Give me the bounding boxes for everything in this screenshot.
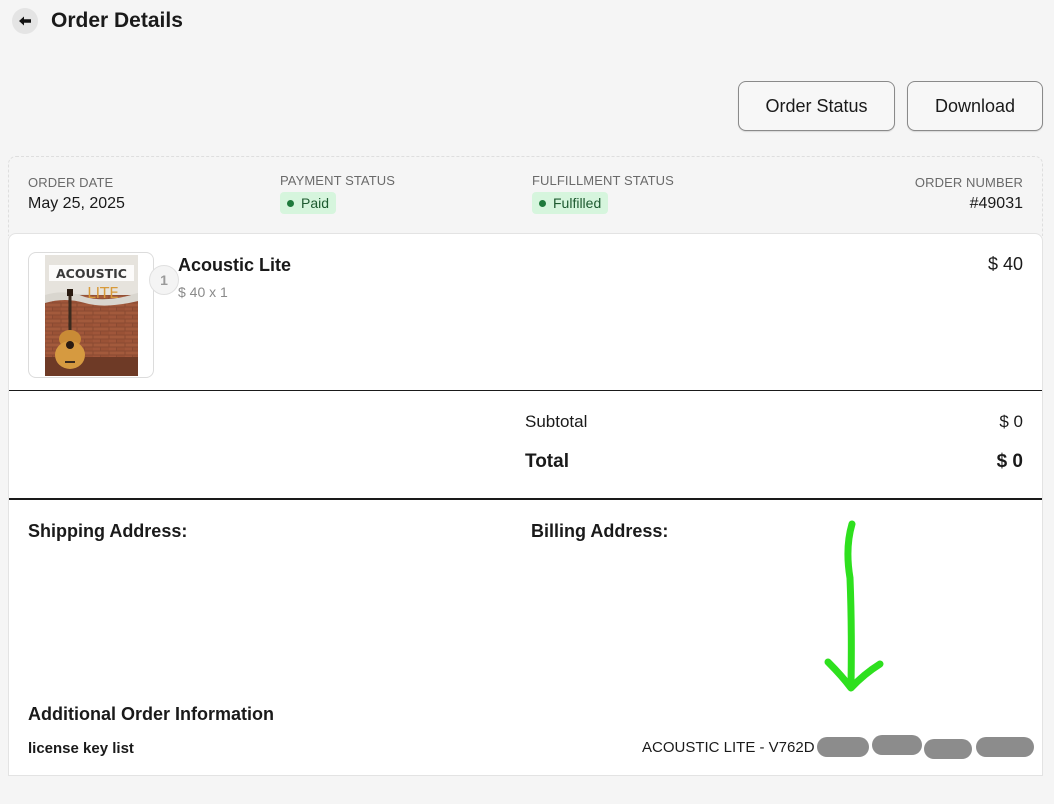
order-status-button[interactable]: Order Status: [738, 81, 895, 131]
item-unit-price: $ 40 x 1: [178, 284, 228, 300]
billing-address-heading: Billing Address:: [531, 521, 669, 541]
shipping-address-heading: Shipping Address:: [28, 521, 188, 541]
order-number-value: #49031: [969, 195, 1023, 212]
payment-status-value: Paid: [301, 195, 330, 211]
fulfillment-status-value: Fulfilled: [553, 195, 602, 211]
status-dot-icon: [539, 199, 546, 207]
license-key-label: license key list: [28, 740, 134, 757]
fulfillment-status-badge: Fulfilled: [532, 192, 609, 214]
cover-title-line1: ACOUSTIC: [56, 266, 127, 281]
redaction-mark: [817, 737, 869, 757]
payment-status-block: PAYMENT STATUS Paid: [280, 173, 395, 214]
item-name[interactable]: Acoustic Lite: [178, 255, 291, 276]
order-number-block: ORDER NUMBER #49031: [915, 175, 1023, 213]
green-annotation-arrow-icon: [824, 520, 884, 692]
status-dot-icon: [287, 199, 294, 207]
fulfillment-status-label: FULFILLMENT STATUS: [532, 173, 674, 188]
subtotal-label: Subtotal: [525, 412, 588, 431]
order-date-block: ORDER DATE May 25, 2025: [28, 175, 125, 213]
quantity-badge: 1: [149, 265, 179, 295]
product-thumbnail[interactable]: ACOUSTIC LITE 1: [28, 252, 179, 378]
order-date-value: May 25, 2025: [28, 195, 125, 212]
divider: [9, 390, 1042, 391]
order-number-label: ORDER NUMBER: [914, 175, 1023, 190]
divider: [9, 498, 1042, 500]
payment-status-label: PAYMENT STATUS: [280, 173, 396, 188]
redaction-mark: [976, 737, 1034, 757]
total-label: Total: [525, 451, 569, 472]
payment-status-badge: Paid: [280, 192, 337, 214]
back-arrow-icon[interactable]: [12, 8, 38, 34]
download-button[interactable]: Download: [907, 81, 1043, 131]
additional-info-heading: Additional Order Information: [28, 704, 274, 724]
total-value: $ 0: [996, 451, 1023, 472]
album-cover-image: ACOUSTIC LITE: [45, 255, 138, 376]
order-meta-bar: ORDER DATE May 25, 2025 PAYMENT STATUS P…: [8, 156, 1043, 236]
page-title: Order Details: [51, 9, 183, 32]
page-header: Order Details: [12, 8, 183, 34]
order-date-label: ORDER DATE: [28, 175, 114, 190]
redaction-mark: [872, 735, 922, 755]
cover-title-line2: LITE: [87, 284, 118, 302]
fulfillment-status-block: FULFILLMENT STATUS Fulfilled: [532, 173, 674, 214]
subtotal-value: $ 0: [999, 412, 1023, 431]
redaction-mark: [924, 739, 972, 759]
item-price: $ 40: [987, 254, 1023, 274]
license-key-value: ACOUSTIC LITE - V762D: [642, 739, 815, 756]
